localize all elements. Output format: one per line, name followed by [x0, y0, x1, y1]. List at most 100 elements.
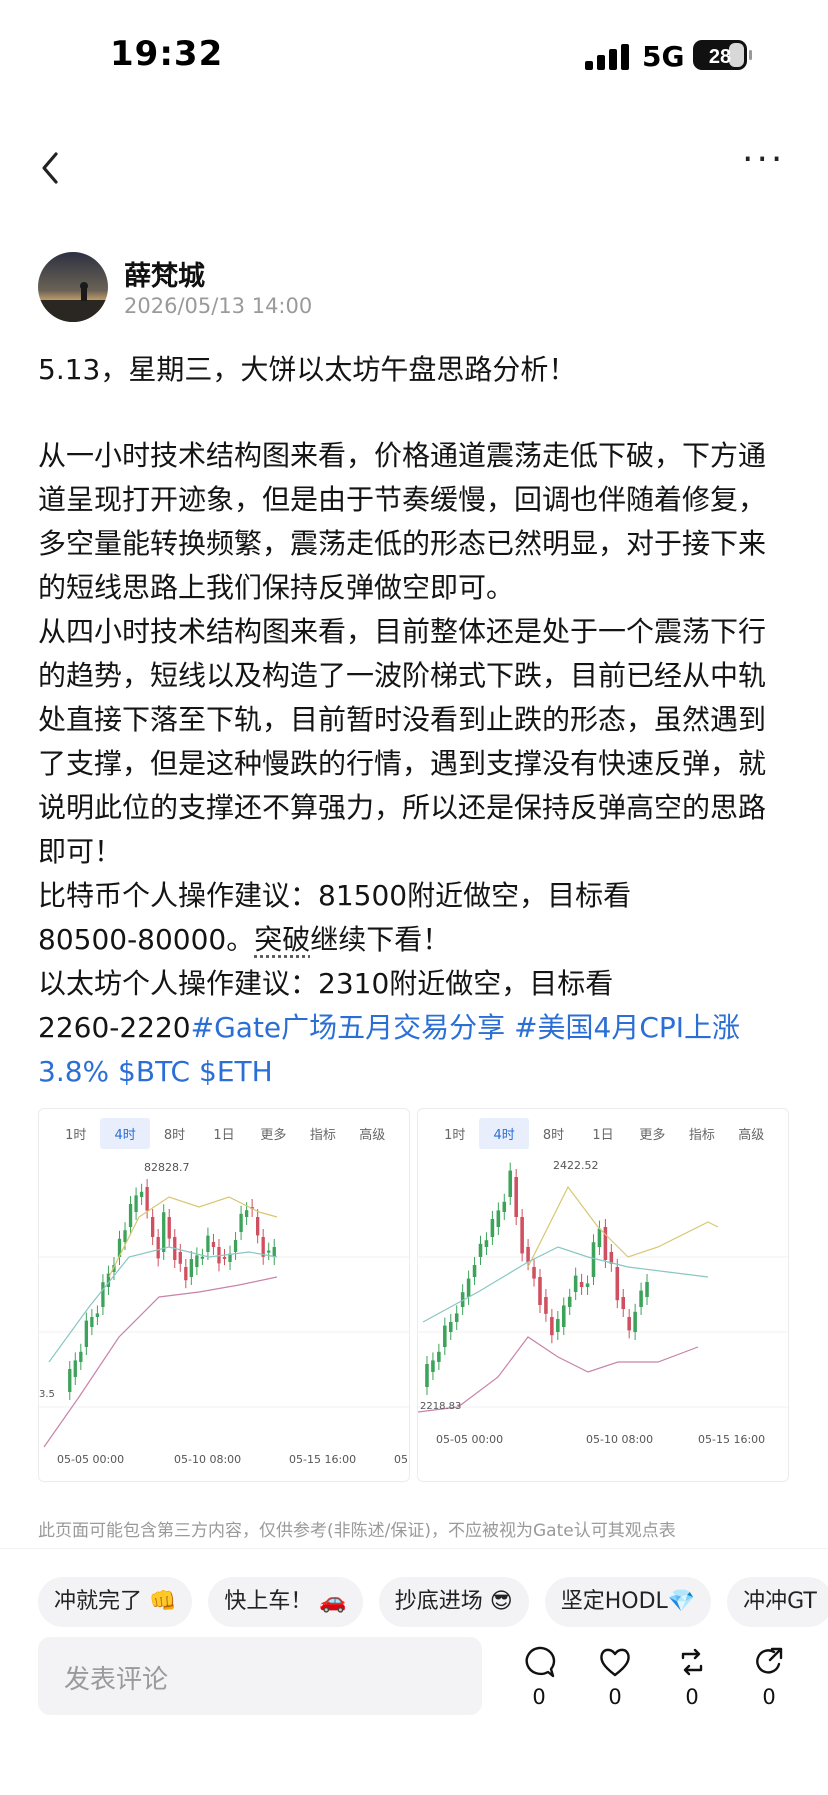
candle-body [544, 1297, 548, 1314]
chart-tab: 1日 [578, 1124, 627, 1143]
quick-reaction-chips: 冲就完了 👊 快上车！ 🚗 抄底进场 😎 坚定HODL💎 冲冲GT [38, 1577, 828, 1627]
hashtag-link[interactable]: #Gate广场五月交易分享 [191, 1011, 506, 1044]
body-line: 的短线思路上我们保持反弹做空即可。 [38, 566, 798, 610]
body-line: 说明此位的支撑还不算强力，所以还是保持反弹高空的思路 [38, 786, 798, 830]
candle-body [123, 1230, 126, 1242]
share-icon [752, 1645, 786, 1679]
bottom-action-bar: 冲就完了 👊 快上车！ 🚗 抄底进场 😎 坚定HODL💎 冲冲GT 发表评论 0… [0, 1548, 828, 1795]
avatar[interactable] [38, 252, 108, 322]
back-chevron-icon[interactable] [36, 148, 66, 188]
candle-body [206, 1236, 209, 1252]
body-line: 即可！ [38, 830, 798, 874]
x-tick-label: 05-05 00:00 [57, 1453, 124, 1466]
ticker-link-btc[interactable]: $BTC [118, 1055, 190, 1088]
btc-target-text: 80500-80000。 [38, 923, 254, 956]
chart-low-label: 3.5 [39, 1389, 55, 1400]
chart-tab: 高级 [348, 1124, 397, 1143]
candle-body [556, 1319, 560, 1332]
candle-body [245, 1210, 248, 1217]
network-type: 5G [642, 40, 684, 73]
candle-body [134, 1195, 137, 1212]
candle-body [645, 1282, 649, 1297]
candle-body [568, 1297, 572, 1307]
hashtag-link[interactable]: 3.8% [38, 1055, 109, 1088]
comment-placeholder: 发表评论 [64, 1659, 168, 1696]
chart-high-label: 82828.7 [144, 1161, 190, 1174]
chart-timeframe-tabs: 1时 4时 8时 1日 更多 指标 高级 [418, 1109, 788, 1157]
eth-target-text: 2260-2220 [38, 1011, 191, 1044]
candle-body [273, 1247, 276, 1257]
post-body: 从一小时技术结构图来看，价格通道震荡走低下破，下方通 道呈现打开迹象，但是由于节… [38, 434, 798, 1094]
repost-icon [675, 1645, 709, 1679]
chart-tab: 更多 [628, 1124, 677, 1143]
body-line: 比特币个人操作建议：81500附近做空，目标看 [38, 874, 798, 918]
chart-tab-active: 4时 [479, 1118, 528, 1149]
candle-body [526, 1247, 530, 1262]
btc-target-suffix: 继续下看！ [310, 923, 450, 956]
candle-body [96, 1313, 99, 1317]
candle-body [101, 1282, 104, 1307]
candle-body [616, 1267, 620, 1300]
body-line: 从四小时技术结构图来看，目前整体还是处于一个震荡下行 [38, 610, 798, 654]
reaction-chip[interactable]: 坚定HODL💎 [545, 1577, 711, 1627]
candle-body [467, 1279, 471, 1297]
chart-timeframe-tabs: 1时 4时 8时 1日 更多 指标 高级 [39, 1109, 409, 1157]
candle-body [195, 1255, 198, 1267]
candle-body [550, 1317, 554, 1335]
candle-body [157, 1237, 160, 1258]
candle-body [437, 1352, 441, 1362]
repost-button[interactable]: 0 [667, 1645, 717, 1709]
chart-high-label: 2422.52 [553, 1159, 599, 1172]
candle-body [431, 1360, 435, 1372]
x-tick-label: 05-05 00:00 [436, 1433, 503, 1446]
candle-body [79, 1352, 82, 1362]
candle-body [443, 1326, 447, 1347]
status-bar: 19:32 5G 28 [0, 0, 828, 110]
reaction-chip[interactable]: 冲冲GT [727, 1577, 828, 1627]
candle-body [140, 1192, 143, 1197]
candle-body [145, 1187, 148, 1211]
candle-body [162, 1212, 165, 1252]
candle-body [633, 1312, 637, 1332]
like-button[interactable]: 0 [590, 1645, 640, 1709]
candle-body [256, 1217, 259, 1235]
reaction-chip[interactable]: 冲就完了 👊 [38, 1577, 192, 1627]
chart-low-label: 2218.83 [420, 1401, 461, 1412]
candle-body [604, 1227, 608, 1260]
third-party-disclaimer: 此页面可能包含第三方内容，仅供参考(非陈述/保证)，不应被视为Gate认可其观点… [38, 1516, 676, 1541]
comment-count: 0 [514, 1685, 564, 1709]
post-image-eth-chart[interactable]: 1时 4时 8时 1日 更多 指标 高级 2422.52 2218.83 05-… [417, 1108, 789, 1482]
candle-body [85, 1321, 88, 1347]
reaction-chip[interactable]: 快上车！ 🚗 [208, 1577, 362, 1627]
comment-input[interactable]: 发表评论 [38, 1637, 482, 1715]
chart-tab: 指标 [677, 1124, 726, 1143]
candle-body [151, 1217, 154, 1237]
ticker-link-eth[interactable]: $ETH [199, 1055, 273, 1088]
candle-body [68, 1369, 71, 1392]
candle-body [425, 1364, 429, 1387]
body-line: 处直接下落至下轨，目前暂时没看到止跌的形态，虽然遇到 [38, 698, 798, 742]
battery-level: 28 [709, 46, 731, 68]
post-image-btc-chart[interactable]: 1时 4时 8时 1日 更多 指标 高级 82828.7 3.5 05-05 0… [38, 1108, 410, 1482]
reaction-chip[interactable]: 抄底进场 😎 [379, 1577, 529, 1627]
candlestick-chart: 2422.52 2218.83 05-05 00:00 05-10 08:00 … [418, 1157, 789, 1482]
more-options-icon[interactable]: ··· [742, 150, 790, 184]
candle-body [267, 1251, 270, 1253]
chart-tab: 更多 [249, 1124, 298, 1143]
dotted-term[interactable]: 突破 [254, 923, 310, 956]
candle-body [129, 1204, 132, 1227]
body-line: 了支撑，但是这种慢跌的行情，遇到支撑没有快速反弹，就 [38, 742, 798, 786]
candle-body [223, 1257, 226, 1259]
author-name[interactable]: 薛梵城 [124, 254, 205, 293]
candle-body [485, 1240, 489, 1247]
comment-bubble-icon [522, 1645, 556, 1679]
status-time: 19:32 [110, 34, 223, 74]
hashtag-link[interactable]: #美国4月CPI上涨 [514, 1011, 740, 1044]
body-line: 的趋势，短线以及构造了一波阶梯式下跌，目前已经从中轨 [38, 654, 798, 698]
chart-tab: 8时 [529, 1124, 578, 1143]
candle-body [508, 1171, 512, 1197]
candle-body [473, 1265, 477, 1277]
candle-body [562, 1305, 566, 1327]
share-button[interactable]: 0 [744, 1645, 794, 1709]
comment-button[interactable]: 0 [514, 1645, 564, 1709]
